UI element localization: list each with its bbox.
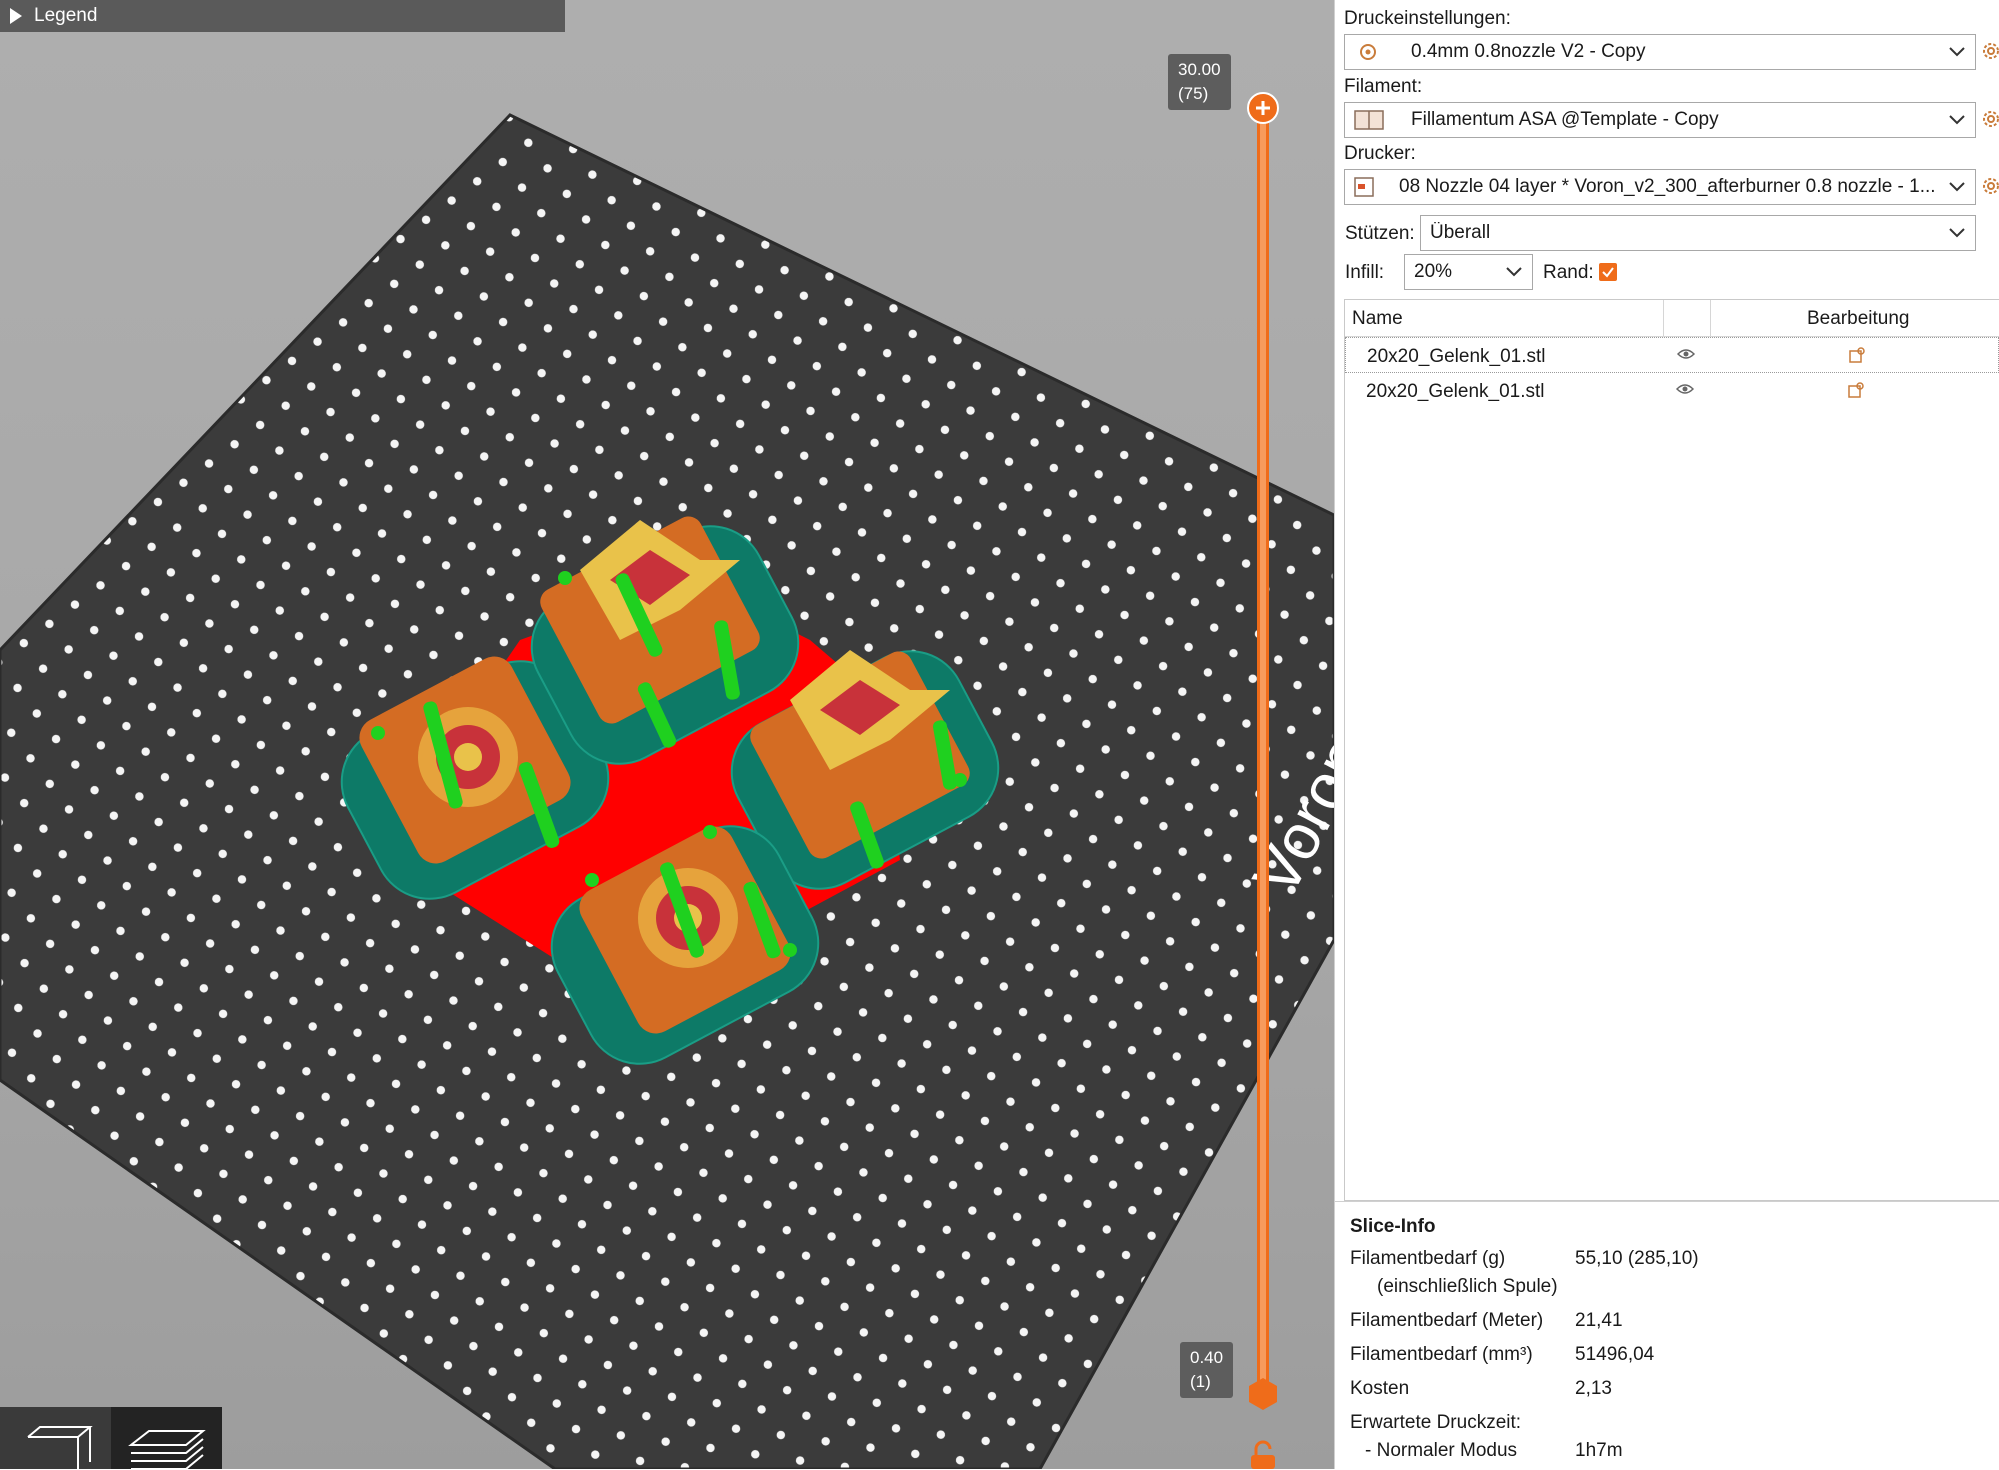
lock-icon[interactable]: [1251, 1440, 1275, 1469]
bottom-layer-height: 0.40: [1190, 1348, 1224, 1367]
chevron-down-icon: [1939, 35, 1975, 69]
brim-label: Rand:: [1543, 262, 1594, 283]
layer-view-button[interactable]: [111, 1407, 222, 1469]
filament-weight-sublabel: (einschließlich Spule): [1377, 1276, 1558, 1297]
print-bed-scene[interactable]: Voron: [0, 0, 1334, 1469]
object-list-header: Name Bearbeitung: [1345, 300, 1999, 337]
bottom-layer-index: (1): [1190, 1372, 1211, 1391]
edit-settings-icon[interactable]: [1847, 381, 1865, 399]
print-time-label: Erwartete Druckzeit:: [1350, 1412, 1522, 1433]
filament-length-label: Filamentbedarf (Meter): [1350, 1310, 1544, 1331]
filament-label: Filament:: [1344, 76, 1423, 97]
bottom-layer-label: 0.40 (1): [1180, 1342, 1234, 1398]
top-layer-index: (75): [1178, 84, 1209, 103]
eye-icon[interactable]: [1677, 348, 1695, 360]
gear-icon[interactable]: [1980, 175, 1999, 197]
settings-panel: Druckeinstellungen: 0.4mm 0.8nozzle V2 -…: [1334, 0, 1999, 1470]
print-settings-label: Druckeinstellungen:: [1344, 8, 1511, 29]
3d-view-button[interactable]: [0, 1407, 111, 1469]
print-profile-icon: [1360, 44, 1376, 60]
slice-info-panel: Slice-Info Filamentbedarf (g) 55,10 (285…: [1335, 1201, 1999, 1470]
filament-weight-value: 55,10 (285,10): [1575, 1248, 1699, 1269]
edit-settings-icon[interactable]: [1848, 346, 1866, 364]
view-mode-switcher: [0, 1407, 222, 1469]
filament-weight-label: Filamentbedarf (g): [1350, 1248, 1506, 1269]
supports-label: Stützen:: [1345, 223, 1415, 244]
brim-checkbox[interactable]: [1599, 263, 1617, 281]
supports-dropdown[interactable]: Überall: [1420, 215, 1976, 251]
list-item[interactable]: 20x20_Gelenk_01.stl: [1345, 337, 1999, 373]
chevron-down-icon: [1496, 255, 1532, 289]
printer-dropdown[interactable]: 08 Nozzle 04 layer * Voron_v2_300_afterb…: [1344, 169, 1976, 205]
gear-icon[interactable]: [1980, 40, 1999, 62]
top-layer-label: 30.00 (75): [1168, 54, 1231, 110]
top-layer-height: 30.00: [1178, 60, 1221, 79]
cost-value: 2,13: [1575, 1378, 1612, 1399]
filament-volume-value: 51496,04: [1575, 1344, 1655, 1365]
column-edit-header[interactable]: Bearbeitung: [1807, 308, 1909, 330]
filament-color-icon: [1354, 110, 1384, 130]
object-name: 20x20_Gelenk_01.stl: [1367, 346, 1546, 367]
chevron-down-icon: [1939, 216, 1975, 250]
print-settings-dropdown[interactable]: 0.4mm 0.8nozzle V2 - Copy: [1344, 34, 1976, 70]
slider-bottom-handle[interactable]: [1249, 1378, 1277, 1410]
filament-length-value: 21,41: [1575, 1310, 1623, 1331]
object-name: 20x20_Gelenk_01.stl: [1366, 381, 1545, 402]
infill-dropdown[interactable]: 20%: [1404, 254, 1533, 290]
column-name-header[interactable]: Name: [1352, 308, 1403, 330]
infill-value: 20%: [1414, 261, 1453, 282]
object-list: Name Bearbeitung 20x20_Gelenk_01.stl 20x…: [1344, 299, 1999, 1201]
filament-dropdown[interactable]: Fillamentum ASA @Template - Copy: [1344, 102, 1976, 138]
filament-volume-label: Filamentbedarf (mm³): [1350, 1344, 1533, 1365]
list-item[interactable]: 20x20_Gelenk_01.stl: [1345, 373, 1999, 409]
normal-mode-value: 1h7m: [1575, 1440, 1623, 1461]
legend-label: Legend: [34, 5, 98, 26]
checkmark-icon: [1602, 267, 1614, 278]
3d-viewport[interactable]: Voron Legend 30.00 (75) 0.40 (1): [0, 0, 1334, 1469]
slider-top-handle[interactable]: [1247, 92, 1279, 124]
chevron-down-icon: [1939, 103, 1975, 137]
cube-icon: [27, 1426, 93, 1469]
supports-value: Überall: [1430, 222, 1491, 243]
filament-value: Fillamentum ASA @Template - Copy: [1411, 109, 1719, 130]
chevron-down-icon: [1939, 170, 1975, 204]
play-triangle-icon: [10, 8, 22, 24]
gear-icon[interactable]: [1980, 108, 1999, 130]
eye-icon[interactable]: [1676, 383, 1694, 395]
printer-label: Drucker:: [1344, 143, 1416, 164]
infill-label: Infill:: [1345, 262, 1385, 283]
layers-icon: [128, 1430, 206, 1469]
printer-value: 08 Nozzle 04 layer * Voron_v2_300_afterb…: [1399, 176, 1936, 197]
slice-info-title: Slice-Info: [1350, 1216, 1436, 1237]
cost-label: Kosten: [1350, 1378, 1410, 1399]
legend-toggle[interactable]: Legend: [0, 0, 565, 32]
print-settings-value: 0.4mm 0.8nozzle V2 - Copy: [1411, 41, 1646, 62]
normal-mode-label: - Normaler Modus: [1365, 1440, 1518, 1461]
printer-icon: [1354, 177, 1374, 197]
